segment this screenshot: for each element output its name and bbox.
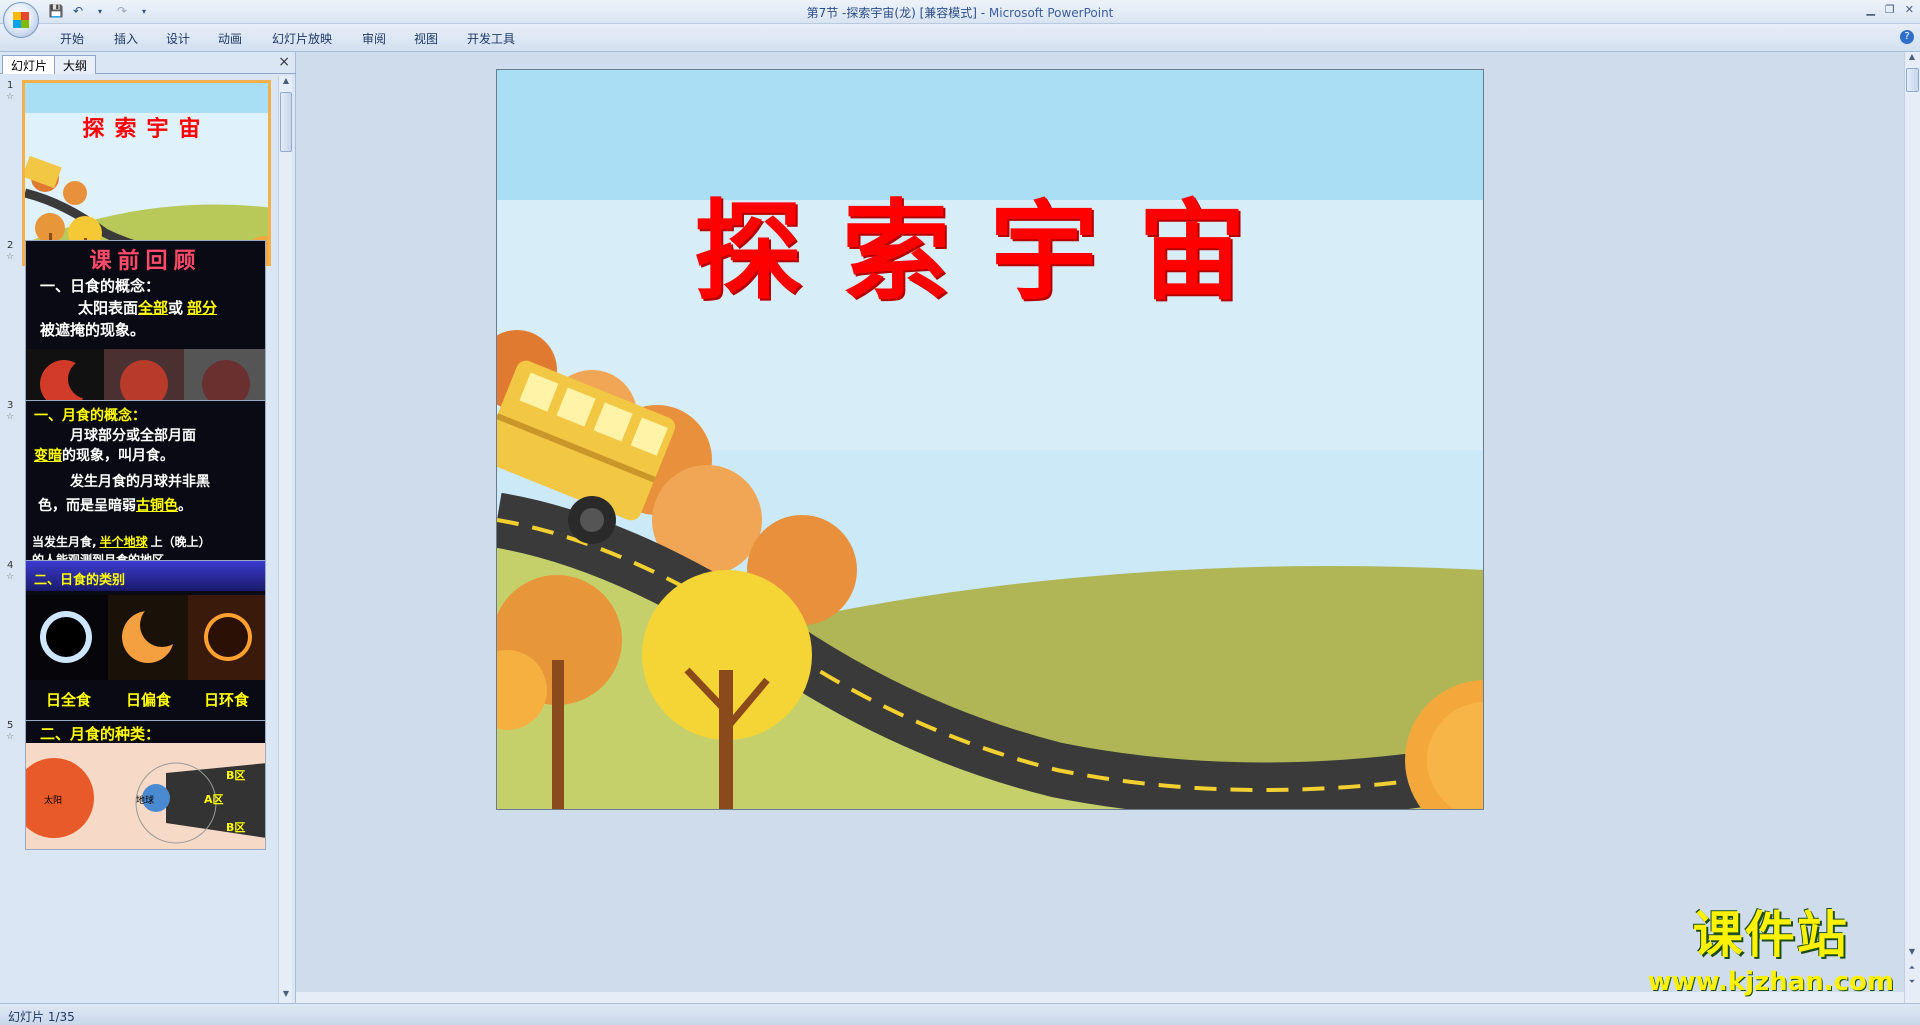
thumbnail-slide-4[interactable]: 二、日食的类别 日全食 日偏食 日环食 — [25, 560, 266, 742]
scroll-thumb[interactable] — [1906, 68, 1919, 92]
thumbnail-scrollbar[interactable]: ▲ ▼ — [278, 76, 292, 1003]
thumb-text: 太阳表面全部或 部分 — [78, 299, 218, 317]
watermark-logo: 课件站 www.kjzhan.com — [1648, 895, 1894, 997]
scroll-up-icon[interactable]: ▲ — [1905, 52, 1919, 66]
pane-tabs: 幻灯片 大纲 × — [0, 52, 296, 74]
tab-slides[interactable]: 幻灯片 — [2, 55, 57, 74]
tab-view[interactable]: 视图 — [414, 30, 438, 47]
tab-slideshow[interactable]: 幻灯片放映 — [272, 30, 332, 47]
thumb-text: 色，而是呈暗弱古铜色。 — [38, 498, 192, 514]
close-pane-icon[interactable]: × — [278, 54, 290, 70]
watermark-url: www.kjzhan.com — [1647, 967, 1894, 997]
slide-edit-area: 探索宇宙 — [296, 52, 1904, 1003]
thumb-caption: 日全食 — [46, 691, 92, 709]
thumbnail-list: 1 ☆ 探索宇宙 2 ☆ 课前回顾 一、日食的概念： 太阳表面全部或 部分 被遮… — [0, 76, 278, 1003]
thumbnail-title: 二、日食的类别 — [34, 573, 126, 588]
tab-home[interactable]: 开始 — [60, 30, 84, 47]
thumbnail-slide-5[interactable]: 二、月食的种类： 太阳 地球 B区 A区 B区 — [25, 720, 266, 850]
next-slide-icon[interactable]: ⏷ — [1905, 977, 1919, 991]
animation-star-icon: ☆ — [6, 92, 15, 102]
diagram-label: 太阳 — [44, 796, 63, 806]
window-controls: ▁ ❐ ✕ — [1866, 3, 1914, 16]
tab-insert[interactable]: 插入 — [114, 30, 138, 47]
thumb-text: 当发生月食, 半个地球 上（晚上） — [32, 535, 211, 549]
animation-star-icon: ☆ — [6, 412, 15, 422]
window-title: 第7节 -探索宇宙(龙) [兼容模式] - Microsoft PowerPoi… — [0, 4, 1920, 21]
tab-review[interactable]: 审阅 — [362, 30, 386, 47]
minimize-icon[interactable]: ▁ — [1866, 3, 1874, 16]
slide-number: 4 — [7, 560, 14, 571]
tab-design[interactable]: 设计 — [166, 30, 190, 47]
thumb-caption: 日环食 — [204, 691, 250, 709]
scroll-down-icon[interactable]: ▼ — [1905, 947, 1919, 961]
thumb-text: 被遮掩的现象。 — [40, 321, 146, 339]
thumb-text: 变暗的现象，叫月食。 — [34, 448, 174, 464]
thumb-text: 一、月食的概念： — [34, 408, 146, 424]
office-button[interactable] — [3, 2, 39, 38]
slide-number: 3 — [7, 400, 14, 411]
slide-number: 5 — [7, 720, 14, 731]
help-icon[interactable]: ? — [1900, 30, 1914, 44]
app-name: Microsoft PowerPoint — [988, 6, 1114, 20]
diagram-label: B区 — [226, 769, 246, 782]
thumb-text: 一、日食的概念： — [40, 277, 161, 295]
document-title: 第7节 -探索宇宙(龙) [兼容模式] - — [806, 6, 989, 20]
eclipse-types-photos — [26, 595, 265, 680]
title-bar: 💾 ↶ ▾ ↷ ▾ 第7节 -探索宇宙(龙) [兼容模式] - Microsof… — [0, 0, 1920, 24]
restore-icon[interactable]: ❐ — [1885, 3, 1895, 16]
thumbnail-title: 课前回顾 — [89, 249, 202, 274]
thumb-caption: 日偏食 — [126, 691, 172, 709]
office-logo-icon — [13, 12, 29, 28]
slide-number: 1 — [7, 80, 14, 91]
animation-star-icon: ☆ — [6, 732, 15, 742]
diagram-label: 地球 — [136, 796, 155, 806]
slide-title[interactable]: 探索宇宙 — [497, 165, 1483, 321]
scroll-up-icon[interactable]: ▲ — [279, 76, 293, 90]
thumbnail-item[interactable]: 5 ☆ 二、月食的种类： 太阳 地球 B区 A区 B区 — [0, 716, 278, 908]
thumb-text: 月球部分或全部月面 — [70, 428, 196, 444]
scroll-down-icon[interactable]: ▼ — [279, 989, 293, 1003]
thumbnail-slide-3[interactable]: 一、月食的概念： 月球部分或全部月面 变暗的现象，叫月食。 发生月食的月球并非黑… — [25, 400, 266, 582]
scroll-thumb[interactable] — [280, 92, 292, 152]
ribbon-tabs: 开始 插入 设计 动画 幻灯片放映 审阅 视图 开发工具 ? — [0, 24, 1920, 52]
watermark-text: 课件站 — [1692, 906, 1849, 964]
animation-star-icon: ☆ — [6, 572, 15, 582]
animation-star-icon: ☆ — [6, 252, 15, 262]
tab-developer[interactable]: 开发工具 — [467, 30, 515, 47]
slide-number: 2 — [7, 240, 14, 251]
tab-animation[interactable]: 动画 — [218, 30, 242, 47]
slide-scrollbar[interactable]: ▲ ▼ ⏶ ⏷ — [1904, 52, 1920, 1003]
current-slide[interactable]: 探索宇宙 — [496, 69, 1484, 810]
diagram-label: A区 — [204, 793, 224, 806]
tab-outline[interactable]: 大纲 — [54, 55, 97, 74]
slides-pane: 幻灯片 大纲 × 1 ☆ 探索宇宙 2 ☆ 课前回顾 一、日食的概念： 太阳表面… — [0, 52, 296, 1003]
previous-slide-icon[interactable]: ⏶ — [1905, 963, 1919, 977]
thumb-text: 发生月食的月球并非黑 — [70, 474, 210, 490]
thumbnail-slide-2[interactable]: 课前回顾 一、日食的概念： 太阳表面全部或 部分 被遮掩的现象。 — [25, 240, 266, 422]
close-icon[interactable]: ✕ — [1905, 3, 1914, 16]
diagram-label: B区 — [226, 821, 246, 834]
slide-counter: 幻灯片 1/35 — [8, 1010, 75, 1024]
status-bar: 幻灯片 1/35 — [0, 1003, 1920, 1025]
thumbnail-title: 二、月食的种类： — [40, 725, 161, 743]
